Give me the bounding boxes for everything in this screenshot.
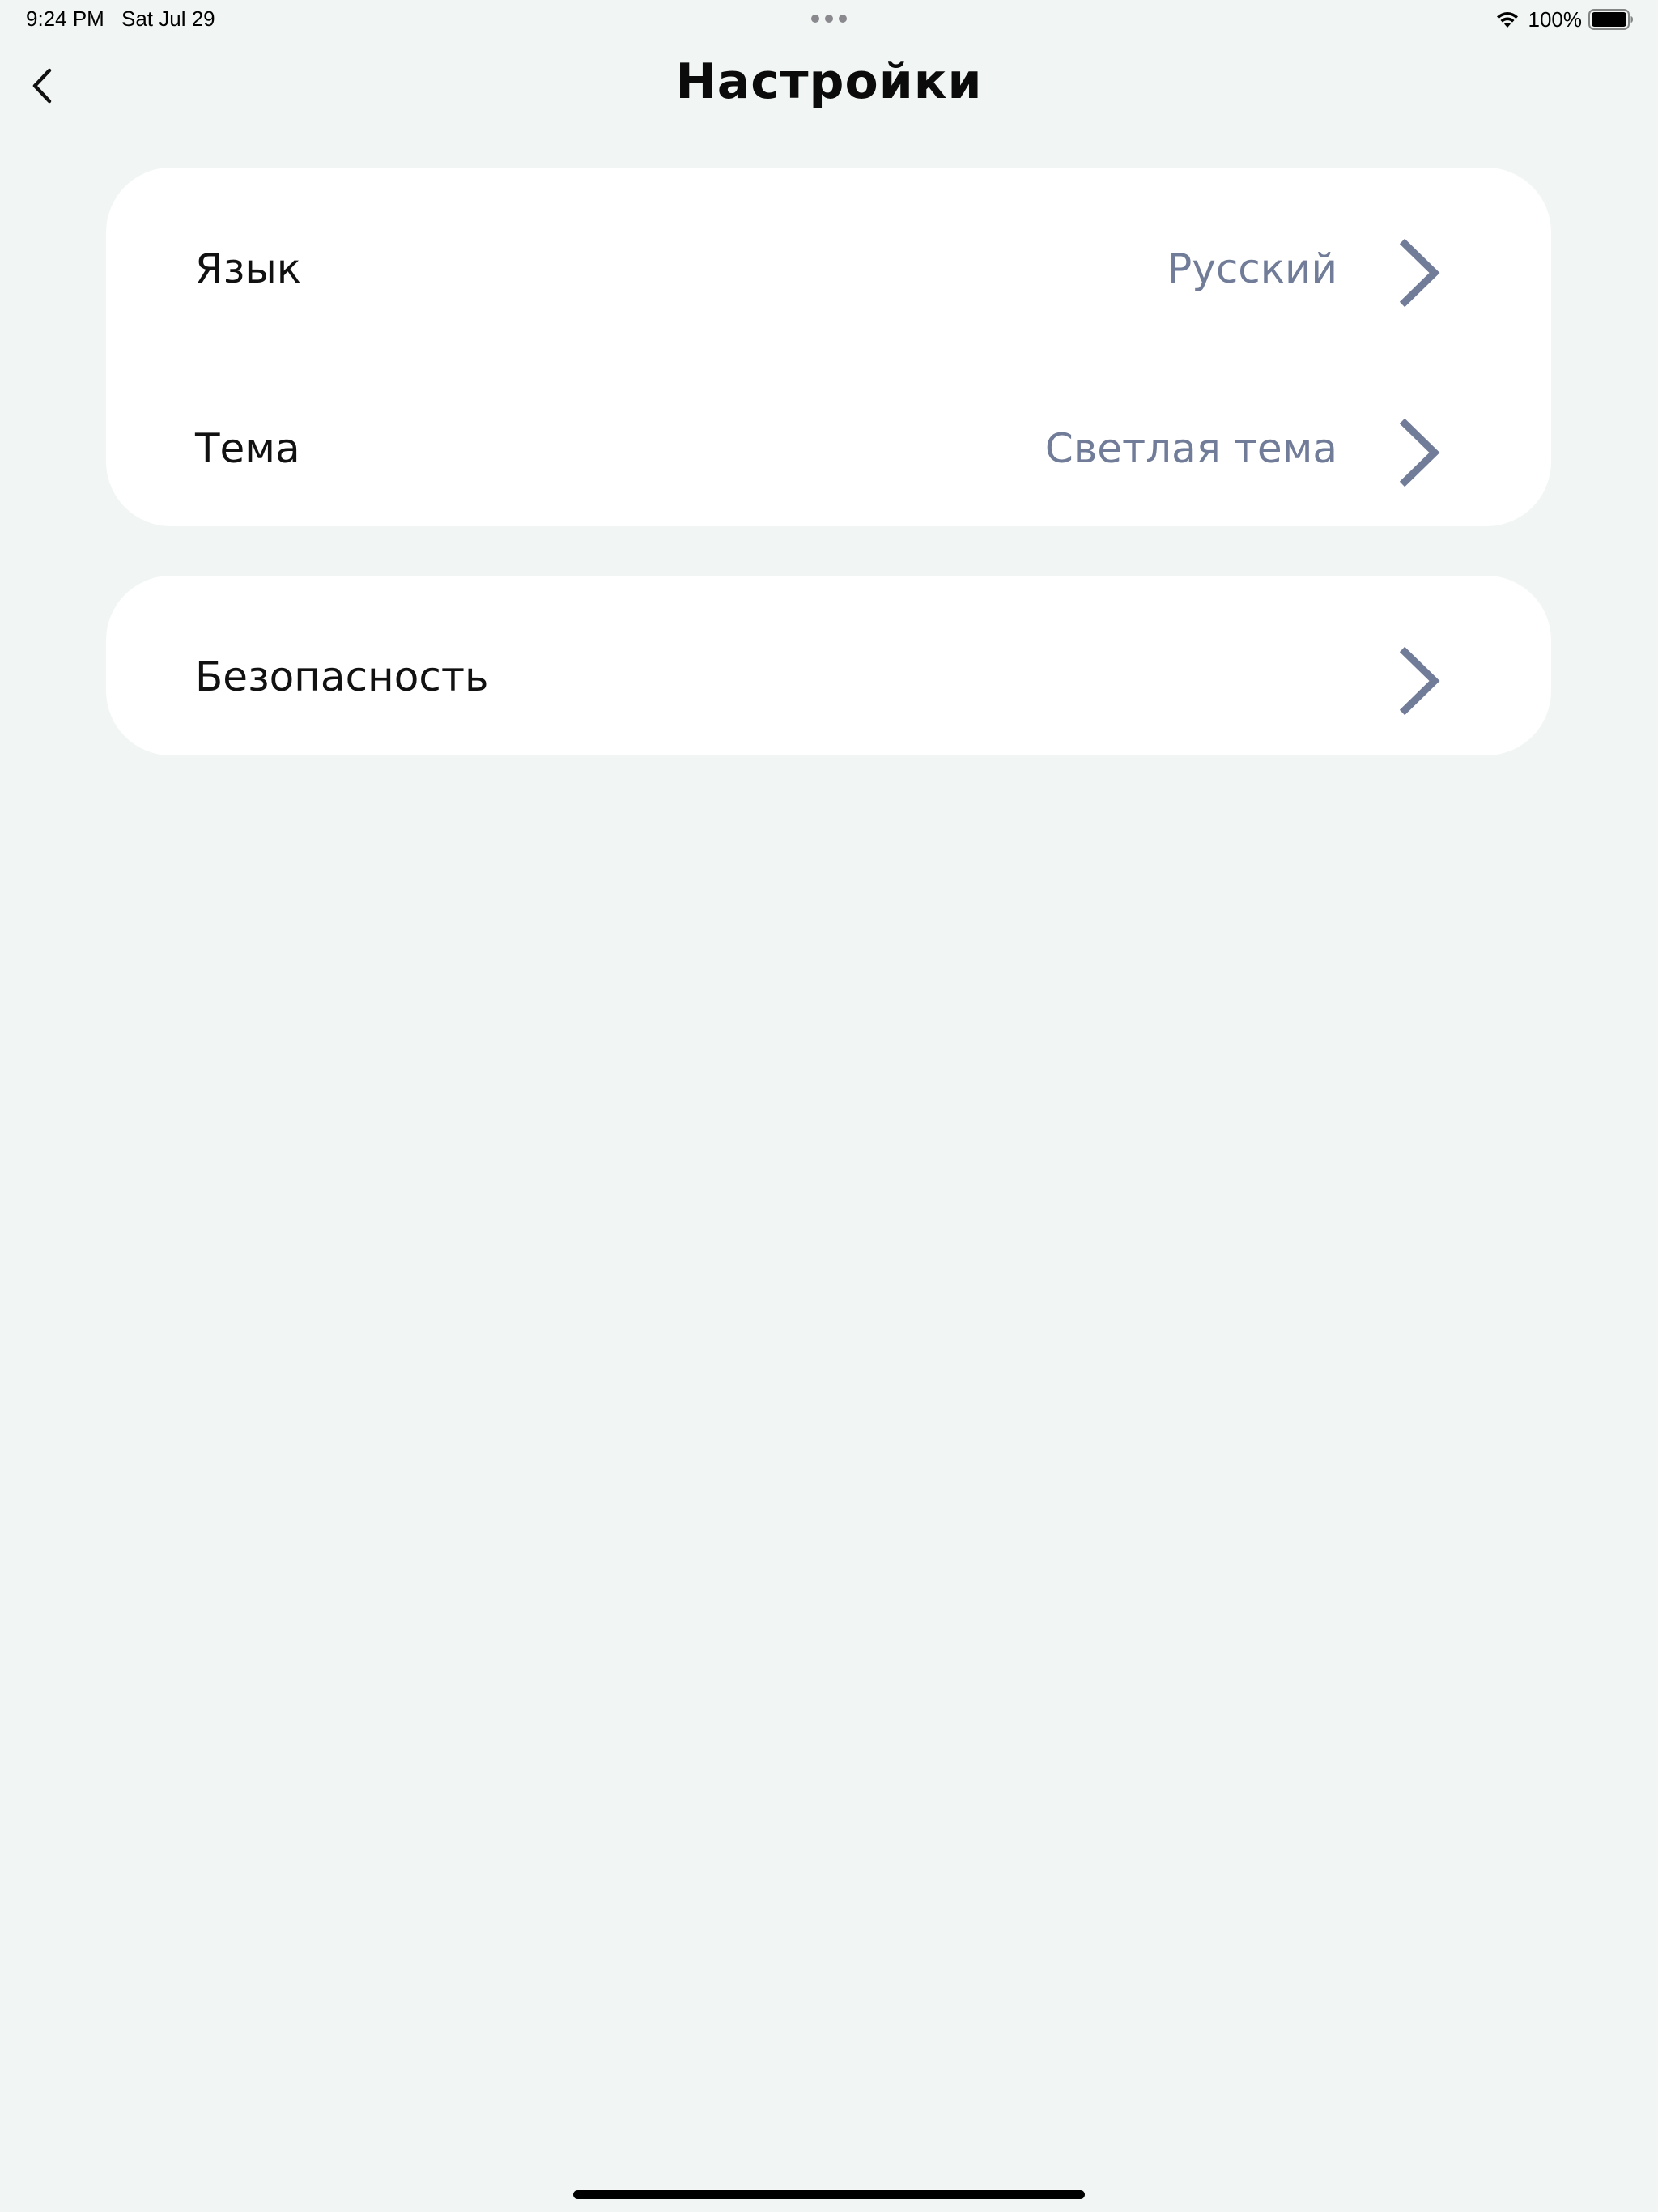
theme-row[interactable]: Тема Светлая тема [106,400,1551,497]
theme-label: Тема [195,425,300,472]
status-indicators: 100% [1494,5,1635,34]
wifi-icon [1496,12,1518,28]
security-label: Безопасность [195,653,489,700]
battery-percentage: 100% [1528,6,1583,32]
security-row[interactable]: Безопасность [106,628,1551,725]
status-date: Sat Jul 29 [121,6,215,31]
language-label: Язык [195,245,302,292]
settings-group-general: Язык Русский Тема Светлая тема [106,168,1551,526]
home-indicator[interactable] [573,2190,1085,2199]
status-time: 9:24 PM [26,6,104,31]
page-title: Настройки [675,53,983,110]
chevron-right-icon [1399,646,1440,716]
multitasking-dots-icon[interactable] [811,15,847,23]
theme-value: Светлая тема [1044,425,1337,472]
battery-icon [1588,9,1633,30]
language-row[interactable]: Язык Русский [106,220,1551,317]
chevron-right-icon [1399,418,1440,487]
language-value: Русский [1167,245,1337,292]
settings-group-security: Безопасность [106,576,1551,755]
status-bar: 9:24 PM Sat Jul 29 100% [0,0,1658,39]
chevron-right-icon [1399,238,1440,308]
